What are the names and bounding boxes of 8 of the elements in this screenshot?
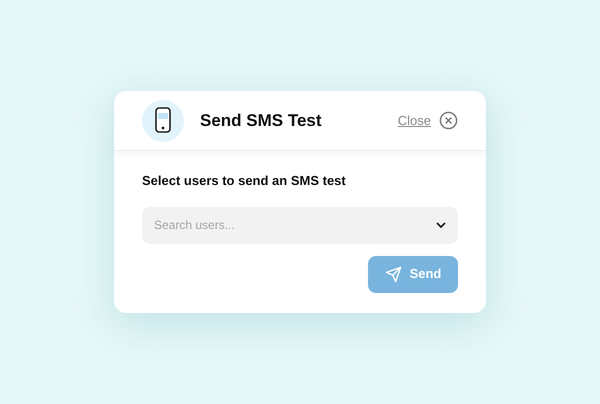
prompt-text: Select users to send an SMS test [142, 172, 347, 190]
chevron-down-icon[interactable] [436, 222, 446, 228]
phone-icon [142, 100, 184, 142]
search-field[interactable]: Search users... [142, 206, 458, 244]
send-icon [384, 266, 402, 282]
dialog-title: Send SMS Test [200, 110, 322, 132]
close-link[interactable]: Close [398, 110, 431, 130]
close-icon[interactable] [439, 111, 458, 130]
